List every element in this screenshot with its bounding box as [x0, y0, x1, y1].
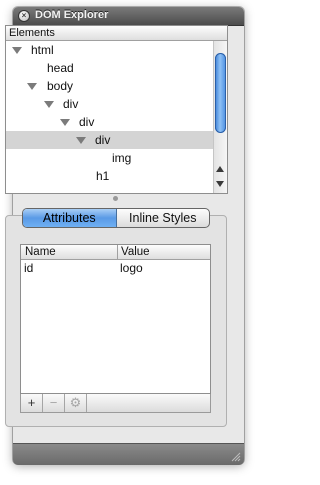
window-title: DOM Explorer: [35, 9, 109, 21]
tree-node-label: body: [47, 79, 74, 93]
tree-node-div-selected[interactable]: div: [6, 131, 213, 149]
tree-node-body[interactable]: body: [6, 77, 213, 95]
disclosure-triangle-icon[interactable]: [27, 83, 37, 90]
scrollbar-thumb[interactable]: [215, 53, 226, 133]
title-bar[interactable]: × DOM Explorer: [13, 7, 244, 26]
resize-grip-icon[interactable]: [231, 452, 241, 462]
remove-attribute-button[interactable]: −: [43, 394, 65, 412]
attribute-name[interactable]: id: [24, 260, 33, 276]
splitter-handle[interactable]: [113, 196, 118, 201]
disclosure-triangle-icon[interactable]: [60, 119, 70, 126]
tree-node-html[interactable]: html: [6, 41, 213, 59]
scroll-up-arrow-icon[interactable]: [216, 166, 224, 172]
tree-node-div[interactable]: div: [6, 113, 213, 131]
tree-node-label: div: [79, 115, 95, 129]
elements-header: Elements: [6, 26, 227, 41]
table-header: Name Value: [21, 245, 210, 260]
tab-attributes[interactable]: Attributes: [23, 209, 117, 227]
close-icon[interactable]: ×: [19, 11, 29, 21]
tab-inline-styles[interactable]: Inline Styles: [117, 209, 210, 227]
tree-node-label: div: [63, 97, 79, 111]
add-attribute-button[interactable]: +: [21, 394, 43, 412]
column-header-value[interactable]: Value: [121, 245, 150, 259]
scroll-down-arrow-icon[interactable]: [216, 181, 224, 187]
tree-node-label: div: [95, 133, 111, 147]
tree-node-h1[interactable]: h1: [6, 167, 213, 185]
column-separator: [117, 245, 118, 259]
tree-node-img[interactable]: img: [6, 149, 213, 167]
tree-node-label: head: [47, 61, 74, 75]
tree-node-label: html: [31, 43, 54, 57]
disclosure-triangle-icon[interactable]: [76, 137, 86, 144]
attributes-toolbar: + − ⚙: [20, 394, 211, 413]
bottom-bar-wrapper: [13, 443, 244, 465]
bottom-bar: [13, 443, 244, 465]
column-header-name[interactable]: Name: [25, 245, 56, 259]
tree-node-head[interactable]: head: [6, 59, 213, 77]
tree-node-div[interactable]: div: [6, 95, 213, 113]
table-row[interactable]: id logo: [21, 260, 210, 278]
tab-control: Attributes Inline Styles: [22, 208, 210, 228]
elements-pane: Elements html head body div div div img: [5, 25, 228, 194]
tree-scrollbar[interactable]: [213, 41, 227, 193]
disclosure-triangle-icon[interactable]: [12, 47, 22, 54]
gear-icon[interactable]: ⚙: [65, 394, 87, 412]
attributes-table: Name Value id logo: [20, 244, 211, 394]
attribute-value[interactable]: logo: [120, 260, 143, 276]
disclosure-triangle-icon[interactable]: [44, 101, 54, 108]
tree-node-label: img: [112, 151, 132, 165]
tree-node-label: h1: [96, 169, 110, 183]
element-tree: html head body div div div img h1: [6, 41, 213, 193]
